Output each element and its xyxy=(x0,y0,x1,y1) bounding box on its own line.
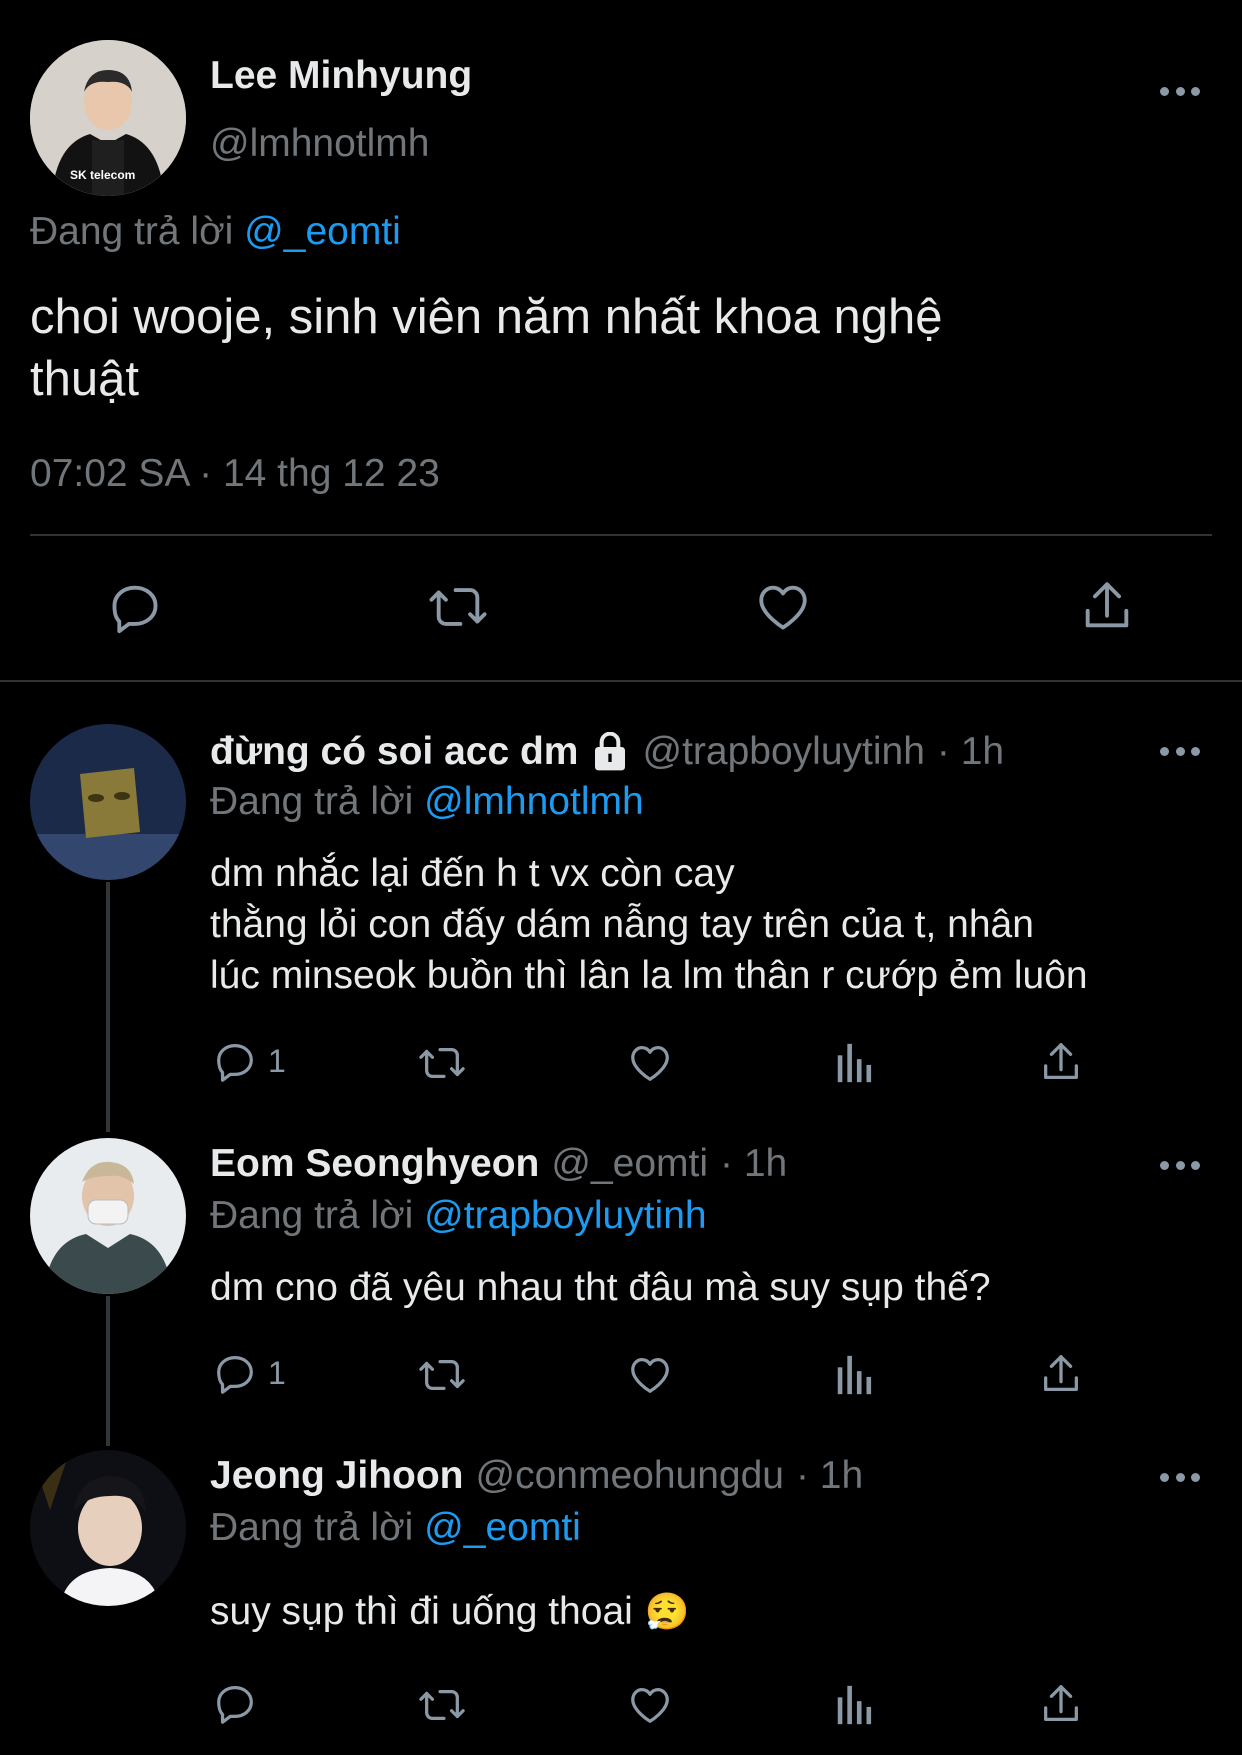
more-options-icon[interactable] xyxy=(1160,1472,1200,1482)
thread-line xyxy=(106,882,110,1132)
reply-to-link[interactable]: @lmhnotlmh xyxy=(424,780,644,823)
retweet-icon[interactable] xyxy=(416,1352,468,1398)
avatar[interactable] xyxy=(30,1450,186,1606)
retweet-icon[interactable] xyxy=(416,1682,468,1728)
views-icon[interactable] xyxy=(834,1682,876,1728)
reply-text: dm nhắc lại đến h t vx còn cay thằng lỏi… xyxy=(210,848,1088,1001)
share-icon[interactable] xyxy=(1078,576,1136,636)
reply-icon[interactable] xyxy=(212,1350,258,1396)
reply-context: Đang trả lời @lmhnotlmh xyxy=(210,780,644,824)
more-options-icon[interactable] xyxy=(1160,86,1200,96)
author-handle[interactable]: @trapboyluytinh xyxy=(642,730,924,774)
reply-action[interactable]: 1 xyxy=(212,1350,286,1396)
tweet-text-line: choi wooje, sinh viên năm nhất khoa nghệ xyxy=(30,290,943,344)
more-options-icon[interactable] xyxy=(1160,746,1200,756)
avatar[interactable] xyxy=(30,724,186,880)
reply-to-link[interactable]: @_eomti xyxy=(424,1506,581,1549)
tweet-text: choi wooje, sinh viên năm nhất khoa nghệ… xyxy=(30,286,943,410)
reply-text-line: lúc minseok buồn thì lân la lm thân r cư… xyxy=(210,954,1088,997)
divider xyxy=(30,534,1212,536)
reply-prefix: Đang trả lời xyxy=(210,1194,414,1237)
reply-text-line: thằng lỏi con đấy dám nẫng tay trên của … xyxy=(210,903,1034,946)
reply-text: dm cno đã yêu nhau tht đâu mà suy sụp th… xyxy=(210,1262,991,1313)
reply-text-line: suy sụp thì đi uống thoai xyxy=(210,1590,633,1633)
lock-icon xyxy=(590,732,630,772)
author-name[interactable]: Lee Minhyung xyxy=(210,54,472,98)
author-handle[interactable]: @_eomti xyxy=(551,1142,708,1186)
reply-header: Jeong Jihoon @conmeohungdu · 1h xyxy=(210,1454,863,1498)
author-name[interactable]: Eom Seonghyeon xyxy=(210,1142,539,1186)
reply-context: Đang trả lời @_eomti xyxy=(210,1506,581,1550)
share-icon[interactable] xyxy=(1038,1680,1084,1728)
author-handle[interactable]: @lmhnotlmh xyxy=(210,122,430,166)
reply-text-line: dm nhắc lại đến h t vx còn cay xyxy=(210,852,735,895)
reply-time[interactable]: · 1h xyxy=(796,1454,863,1498)
like-icon[interactable] xyxy=(626,1352,674,1398)
avatar[interactable]: SK telecom xyxy=(30,40,186,196)
share-icon[interactable] xyxy=(1038,1038,1084,1086)
reply-text: suy sụp thì đi uống thoai 😮‍💨 xyxy=(210,1586,690,1637)
reply-context: Đang trả lời @_eomti xyxy=(30,210,401,254)
divider xyxy=(0,680,1242,682)
author-handle[interactable]: @conmeohungdu xyxy=(476,1454,784,1498)
views-icon[interactable] xyxy=(834,1040,876,1086)
views-icon[interactable] xyxy=(834,1352,876,1398)
reply-to-link[interactable]: @_eomti xyxy=(244,210,401,253)
reply-prefix: Đang trả lời xyxy=(30,210,234,253)
author-name[interactable]: đừng có soi acc dm xyxy=(210,730,578,774)
tweet-timestamp[interactable]: 07:02 SA · 14 thg 12 23 xyxy=(30,452,440,496)
emoji-icon: 😮‍💨 xyxy=(644,1591,690,1632)
reply-icon[interactable] xyxy=(212,1038,258,1084)
avatar[interactable] xyxy=(30,1138,186,1294)
reply-action[interactable]: 1 xyxy=(212,1038,286,1084)
reply-icon[interactable] xyxy=(212,1680,258,1726)
reply-header: đừng có soi acc dm @trapboyluytinh · 1h xyxy=(210,730,1004,774)
retweet-icon[interactable] xyxy=(416,1040,468,1086)
avatar-caption: SK telecom xyxy=(70,168,136,182)
retweet-icon[interactable] xyxy=(426,578,490,636)
reply-time[interactable]: · 1h xyxy=(937,730,1004,774)
more-options-icon[interactable] xyxy=(1160,1160,1200,1170)
reply-text-line: dm cno đã yêu nhau tht đâu mà suy sụp th… xyxy=(210,1266,991,1309)
reply-to-link[interactable]: @trapboyluytinh xyxy=(424,1194,706,1237)
like-icon[interactable] xyxy=(626,1682,674,1728)
tweet-text-line: thuật xyxy=(30,352,139,406)
reply-count: 1 xyxy=(268,1042,286,1079)
like-icon[interactable] xyxy=(626,1040,674,1086)
reply-header: Eom Seonghyeon @_eomti · 1h xyxy=(210,1142,787,1186)
reply-time[interactable]: · 1h xyxy=(720,1142,787,1186)
like-icon[interactable] xyxy=(753,578,813,636)
reply-prefix: Đang trả lời xyxy=(210,1506,414,1549)
reply-icon[interactable] xyxy=(106,578,164,636)
share-icon[interactable] xyxy=(1038,1350,1084,1398)
thread-line xyxy=(106,1296,110,1446)
reply-context: Đang trả lời @trapboyluytinh xyxy=(210,1194,707,1238)
author-name[interactable]: Jeong Jihoon xyxy=(210,1454,464,1498)
reply-prefix: Đang trả lời xyxy=(210,780,414,823)
reply-count: 1 xyxy=(268,1354,286,1391)
